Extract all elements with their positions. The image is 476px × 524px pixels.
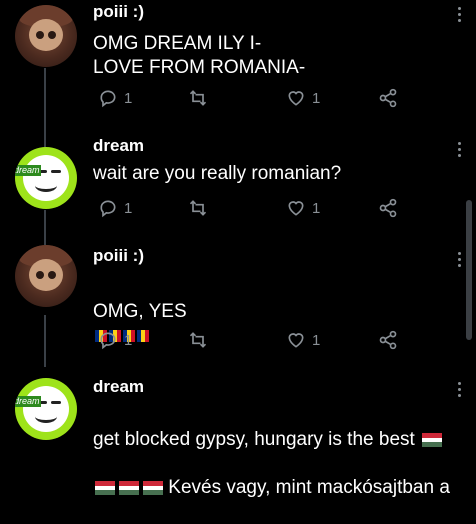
share-button[interactable] xyxy=(378,330,398,350)
retweet-button[interactable] xyxy=(188,198,208,218)
more-vertical-icon[interactable] xyxy=(458,7,462,25)
more-vertical-icon[interactable] xyxy=(458,142,462,160)
reply-button[interactable]: 1 xyxy=(98,88,132,108)
reply-count: 1 xyxy=(124,331,133,349)
like-button[interactable]: 1 xyxy=(286,198,320,218)
comment-text: wait are you really romanian? xyxy=(93,163,342,184)
comment-actions: 1 1 xyxy=(93,88,413,110)
comment-text-line: get blocked gypsy, hungary is the best xyxy=(93,429,415,450)
avatar-tag: dream xyxy=(15,396,41,407)
avatar[interactable] xyxy=(15,245,77,307)
comment-text-content: OMG, YES xyxy=(93,301,187,322)
retweet-button[interactable] xyxy=(188,330,208,350)
share-icon xyxy=(379,198,397,218)
like-count: 1 xyxy=(312,199,321,217)
more-vertical-icon[interactable] xyxy=(458,252,462,270)
like-button[interactable]: 1 xyxy=(286,330,320,350)
username[interactable]: poiii :) xyxy=(93,2,144,22)
hungary-flag-icon xyxy=(422,432,443,447)
comment-text: OMG DREAM ILY I- LOVE FROM ROMANIA- xyxy=(93,33,306,78)
hungary-flag-icon xyxy=(95,480,163,495)
like-count: 1 xyxy=(312,89,321,107)
heart-icon xyxy=(288,201,304,216)
heart-icon xyxy=(288,91,304,106)
reply-button[interactable]: 1 xyxy=(98,198,132,218)
reply-count: 1 xyxy=(124,89,133,107)
like-button[interactable]: 1 xyxy=(286,88,320,108)
retweet-icon xyxy=(189,332,207,348)
comment-text: get blocked gypsy, hungary is the best K… xyxy=(93,404,463,524)
retweet-button[interactable] xyxy=(188,88,208,108)
share-icon xyxy=(379,330,397,350)
reply-button[interactable]: 1 xyxy=(98,330,132,350)
reply-bubble-icon xyxy=(100,332,116,350)
comment-actions: 1 1 xyxy=(93,330,413,352)
reply-bubble-icon xyxy=(100,200,116,218)
username[interactable]: dream xyxy=(93,136,144,156)
share-button[interactable] xyxy=(378,88,398,108)
username[interactable]: poiii :) xyxy=(93,246,144,266)
username[interactable]: dream xyxy=(93,377,144,397)
share-icon xyxy=(379,88,397,108)
comment[interactable]: dream dream wait are you really romanian… xyxy=(0,130,476,230)
heart-icon xyxy=(288,333,304,348)
avatar[interactable]: dream xyxy=(15,147,77,209)
comment[interactable]: poiii :) OMG DREAM ILY I- LOVE FROM ROMA… xyxy=(0,0,476,120)
retweet-icon xyxy=(189,90,207,106)
retweet-icon xyxy=(189,200,207,216)
avatar[interactable]: dream xyxy=(15,378,77,440)
avatar-tag: dream xyxy=(15,165,41,176)
scrollbar[interactable] xyxy=(466,200,472,340)
reply-count: 1 xyxy=(124,199,133,217)
comment[interactable]: poiii :) OMG, YES 1 1 xyxy=(0,240,476,360)
more-vertical-icon[interactable] xyxy=(458,382,462,400)
comment-text-line: Kevés vagy, mint mackósajtban a xyxy=(168,477,450,498)
reply-bubble-icon xyxy=(100,90,116,108)
comment-actions: 1 1 xyxy=(93,198,413,220)
comment[interactable]: dream dream get blocked gypsy, hungary i… xyxy=(0,370,476,498)
share-button[interactable] xyxy=(378,198,398,218)
avatar[interactable] xyxy=(15,5,77,67)
like-count: 1 xyxy=(312,331,321,349)
